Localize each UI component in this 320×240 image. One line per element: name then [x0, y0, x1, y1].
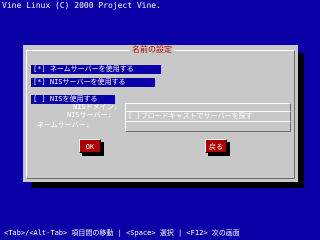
option-checkbox[interactable]: [*]	[33, 78, 46, 86]
footer-hint: <Tab>/<Alt-Tab> 項目間の移動 | <Space> 選択 | <F…	[4, 229, 240, 237]
header-title: Vine Linux (C) 2000 Project Vine.	[2, 1, 161, 10]
dialog: 名前の設定 [*] ネームサーバーを使用する [*] NISサーバーを使用する …	[23, 45, 298, 182]
option-checkbox[interactable]: [*]	[33, 65, 46, 73]
option-label: NISサーバーを使用する	[49, 78, 126, 86]
option-nis-server[interactable]: [*] NISサーバーを使用する	[31, 78, 155, 87]
option-label: NISを使用する	[49, 95, 98, 103]
nameserver-label: ネームサーバー:	[37, 121, 90, 129]
option-checkbox[interactable]: [ ]	[33, 95, 46, 103]
dialog-title: 名前の設定	[130, 45, 174, 55]
back-button[interactable]: 戻る	[205, 139, 227, 153]
option-label: ネームサーバーを使用する	[49, 65, 134, 73]
nis-server-label: NISサーバー:	[67, 111, 112, 119]
option-nameserver[interactable]: [*] ネームサーバーを使用する	[31, 65, 161, 74]
nameserver-field[interactable]	[125, 121, 291, 132]
ok-button[interactable]: OK	[79, 139, 101, 153]
